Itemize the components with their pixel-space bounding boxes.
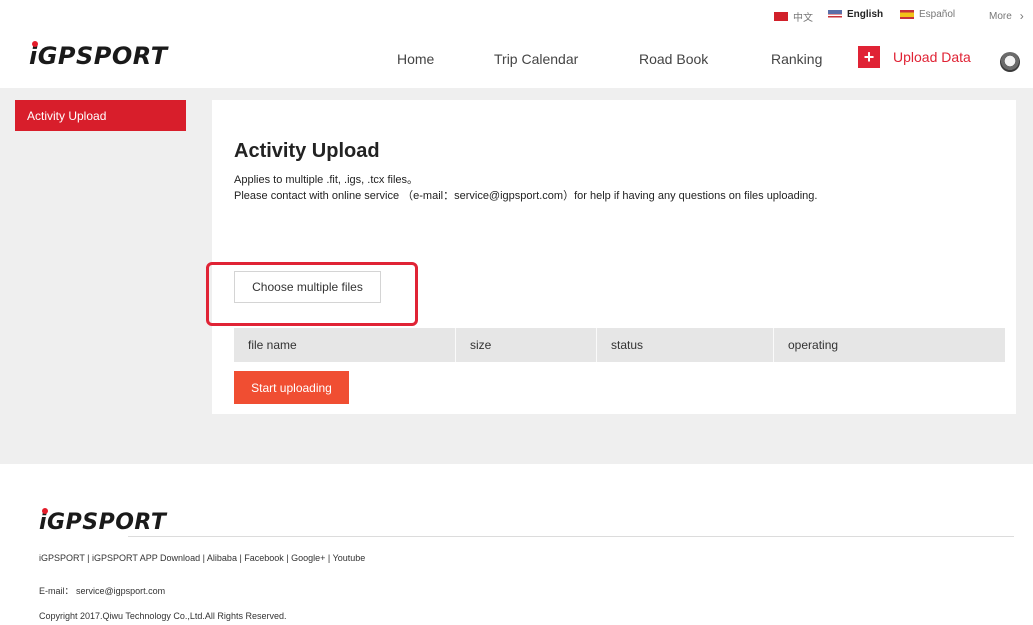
language-spanish[interactable]: Español — [900, 9, 955, 20]
footer: iGPSPORT iGPSPORT | iGPSPORT APP Downloa… — [0, 464, 1033, 625]
column-operating: operating — [788, 338, 839, 352]
upload-panel: Activity Upload Applies to multiple .fit… — [206, 100, 1016, 414]
start-uploading-label: Start uploading — [251, 380, 332, 395]
language-chinese[interactable]: 中文 — [774, 9, 813, 24]
page-title: Activity Upload — [234, 140, 380, 162]
footer-divider — [128, 536, 1014, 537]
more-label: More — [989, 10, 1012, 22]
china-flag-icon — [774, 12, 788, 21]
us-flag-icon — [828, 10, 842, 19]
upload-description: Applies to multiple .fit, .igs, .tcx fil… — [234, 172, 817, 204]
language-english-label: English — [847, 9, 884, 20]
nav-road-book[interactable]: Road Book — [639, 51, 708, 67]
choose-files-label: Choose multiple files — [252, 280, 363, 294]
column-status: status — [597, 328, 774, 362]
user-avatar[interactable] — [1000, 52, 1020, 72]
language-bar: 中文 English Español More › — [0, 0, 1033, 30]
language-english[interactable]: English — [828, 9, 883, 20]
footer-links[interactable]: iGPSPORT | iGPSPORT APP Download | Aliba… — [39, 553, 365, 563]
start-uploading-button[interactable]: Start uploading — [234, 371, 349, 404]
column-size: size — [456, 328, 597, 362]
language-spanish-label: Español — [919, 9, 956, 20]
footer-logo-text: iGPSPORT — [39, 510, 167, 535]
file-table-header: file name size status operating — [234, 328, 1005, 362]
logo-text: iGPSPORT — [29, 42, 168, 70]
footer-logo[interactable]: iGPSPORT — [39, 508, 167, 535]
main-area: Activity Upload Activity Upload Applies … — [0, 88, 1033, 464]
logo-dot — [32, 41, 38, 47]
nav-home[interactable]: Home — [397, 51, 434, 67]
upload-data-button[interactable]: + Upload Data — [858, 46, 971, 68]
language-chinese-label: 中文 — [793, 13, 813, 24]
sidebar-item-label: Activity Upload — [27, 109, 107, 123]
nav-ranking[interactable]: Ranking — [771, 51, 822, 67]
footer-logo-dot — [42, 508, 48, 514]
choose-files-button[interactable]: Choose multiple files — [234, 271, 381, 303]
logo[interactable]: iGPSPORT — [29, 41, 168, 70]
upload-data-label: Upload Data — [893, 49, 971, 65]
spain-flag-icon — [900, 10, 914, 19]
column-file-name: file name — [234, 328, 456, 362]
plus-icon: + — [858, 46, 880, 68]
description-line-1: Applies to multiple .fit, .igs, .tcx fil… — [234, 174, 419, 186]
footer-email: E-mail： service@igpsport.com — [39, 586, 166, 596]
footer-copyright: Copyright 2017.Qiwu Technology Co.,Ltd.A… — [39, 611, 287, 621]
header: iGPSPORT Home Trip Calendar Road Book Ra… — [0, 30, 1033, 88]
more-languages[interactable]: More › — [989, 9, 1024, 23]
nav-trip-calendar[interactable]: Trip Calendar — [494, 51, 578, 67]
sidebar-item-activity-upload[interactable]: Activity Upload — [15, 100, 186, 131]
description-line-2: Please contact with online service （e-ma… — [234, 190, 818, 202]
chevron-right-icon: › — [1019, 9, 1024, 23]
